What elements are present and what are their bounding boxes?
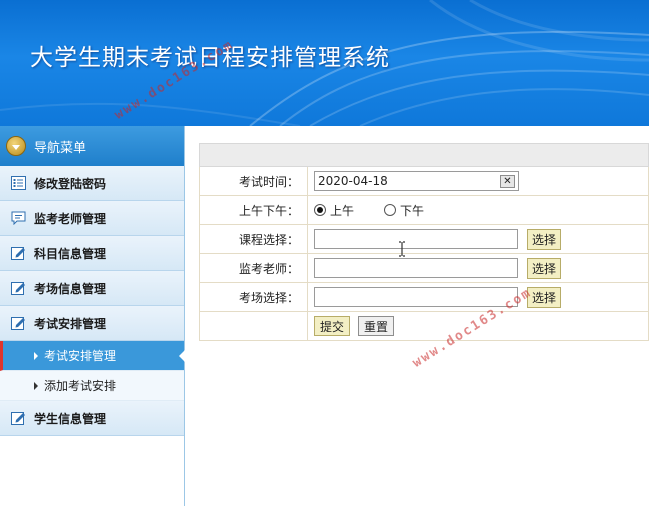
caret-right-icon [34,381,38,390]
edit-icon [10,245,26,261]
sidebar-subitem-add-exam-arrangement[interactable]: 添加考试安排 [0,371,184,401]
sidebar-item-label: 考场信息管理 [34,281,107,296]
form-row-room: 考场选择： 选择 [199,283,649,312]
sidebar-subitem-exam-arrangement-manage[interactable]: 考试安排管理 [0,341,185,371]
radio-afternoon-label: 下午 [400,203,425,218]
sidebar: 导航菜单 修改登陆密码 监考老师管理 科目信息管理 考场信息管理 考试安排管理 … [0,126,185,506]
header-banner: 大学生期末考试日程安排管理系统 [0,0,649,126]
sidebar-item-exam-arrangement[interactable]: 考试安排管理 [0,306,184,341]
room-label: 考场选择： [200,283,308,311]
sidebar-item-label: 修改登陆密码 [34,176,107,191]
list-icon [10,175,26,191]
form-header-bar [199,143,649,167]
nav-header[interactable]: 导航菜单 [0,126,184,166]
sidebar-item-student[interactable]: 学生信息管理 [0,401,184,436]
text-cursor-icon [399,241,405,257]
room-input[interactable] [314,287,518,307]
course-choose-button[interactable]: 选择 [527,228,562,250]
radio-morning[interactable]: 上午 [314,202,354,219]
exam-date-value: 2020-04-18 [318,174,388,188]
form-row-actions: 提交 重置 [199,312,649,341]
actions-label-cell [200,312,308,340]
edit-icon [10,280,26,296]
radio-afternoon[interactable]: 下午 [384,202,424,219]
radio-morning-label: 上午 [330,203,355,218]
sidebar-item-change-password[interactable]: 修改登陆密码 [0,166,184,201]
submit-button[interactable]: 提交 [314,316,351,336]
sidebar-item-room[interactable]: 考场信息管理 [0,271,184,306]
exam-date-input[interactable]: 2020-04-18 ✕ [314,171,519,191]
radio-afternoon-control[interactable] [384,204,397,216]
sidebar-item-label: 考试安排管理 [34,316,107,331]
sidebar-subitem-label: 考试安排管理 [44,349,117,363]
period-label: 上午下午： [200,196,308,224]
sidebar-item-label: 监考老师管理 [34,211,107,226]
teacher-input[interactable] [314,258,518,278]
course-input[interactable] [314,229,518,249]
clear-icon[interactable]: ✕ [500,174,515,188]
sidebar-item-label: 学生信息管理 [34,411,107,426]
reset-button[interactable]: 重置 [358,316,395,336]
form-row-course: 课程选择： 选择 [199,225,649,254]
form-row-period: 上午下午： 上午 下午 [199,196,649,225]
edit-icon [10,315,26,331]
teacher-label: 监考老师： [200,254,308,282]
nav-header-label: 导航菜单 [34,140,87,156]
form-row-exam-time: 考试时间： 2020-04-18 ✕ [199,167,649,196]
teacher-choose-button[interactable]: 选择 [527,257,562,279]
caret-right-icon [34,351,38,360]
edit-icon [10,410,26,426]
exam-time-label: 考试时间： [200,167,308,195]
form-row-teacher: 监考老师： 选择 [199,254,649,283]
exam-arrangement-form: 考试时间： 2020-04-18 ✕ 上午下午： 上午 下午 课程选择： 选择 [199,143,649,341]
chat-icon [10,210,26,226]
sidebar-item-teacher[interactable]: 监考老师管理 [0,201,184,236]
sidebar-subitem-label: 添加考试安排 [44,379,117,393]
chevron-down-icon[interactable] [6,136,26,156]
course-label: 课程选择： [200,225,308,253]
sidebar-item-label: 科目信息管理 [34,246,107,261]
radio-morning-control[interactable] [314,204,326,216]
sidebar-item-subject[interactable]: 科目信息管理 [0,236,184,271]
